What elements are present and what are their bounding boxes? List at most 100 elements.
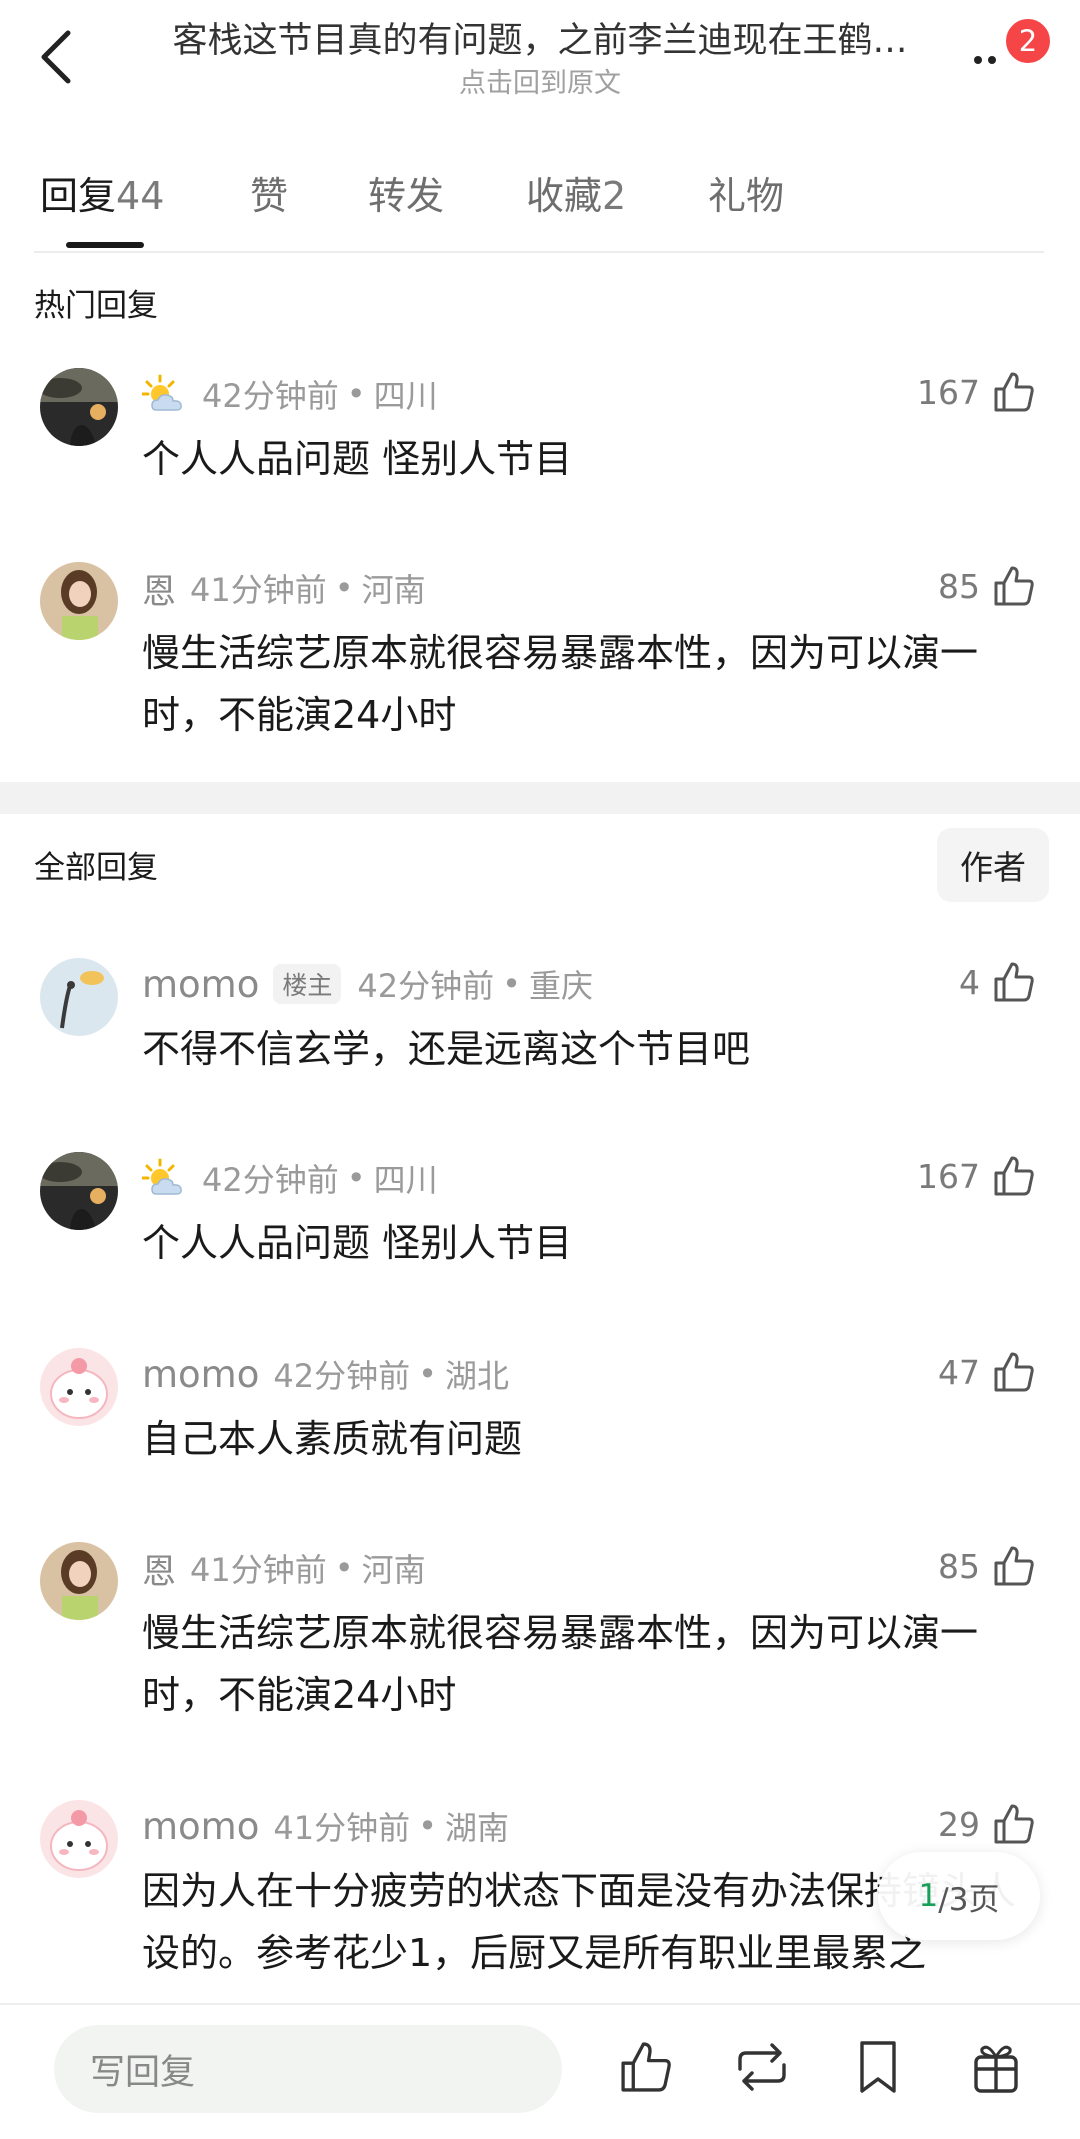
tab-favorites[interactable]: 收藏2 <box>526 170 626 222</box>
like-button[interactable]: 47 <box>938 1350 1036 1394</box>
like-button[interactable]: 167 <box>917 370 1036 414</box>
thumbs-up-icon <box>994 1156 1034 1196</box>
comment-location: 河南 <box>361 1551 426 1589</box>
gift-icon <box>974 2045 1018 2093</box>
thumbs-up-icon <box>994 1352 1034 1392</box>
like-count: 29 <box>938 1804 980 1844</box>
sun-behind-cloud-icon <box>142 1158 186 1198</box>
tab-replies[interactable]: 回复44 <box>40 170 164 222</box>
notification-badge[interactable]: 2 <box>1003 16 1053 66</box>
thumbs-up-icon <box>994 962 1034 1002</box>
avatar[interactable] <box>40 1348 118 1426</box>
top-bar: 客栈这节目真的有问题，之前李兰迪现在王鹤… 点击回到原文 2 <box>0 0 1080 120</box>
comment-text: 自己本人素质就有问题 <box>142 1417 523 1461</box>
more-dot-icon <box>988 56 996 64</box>
comment-location: 四川 <box>373 377 438 415</box>
separator-dot: • <box>418 1807 437 1845</box>
comment-meta: 恩 41分钟前 • 河南 <box>142 564 426 613</box>
comment-location: 湖北 <box>444 1357 509 1395</box>
avatar[interactable] <box>40 958 118 1036</box>
tab-label: 收藏 <box>526 174 603 218</box>
comment-time: 42分钟前 <box>202 1161 339 1199</box>
tab-label: 回复 <box>40 174 117 218</box>
repost-button[interactable] <box>730 2035 794 2099</box>
comment-item[interactable]: 恩 41分钟前 • 河南 85 慢生活综艺原本就很容易暴露本性，因为可以演一时，不能… <box>0 1542 1080 1742</box>
comment-meta: momo 42分钟前 • 湖北 <box>142 1352 509 1396</box>
gift-button[interactable] <box>964 2035 1028 2099</box>
like-button[interactable]: 167 <box>917 1154 1036 1198</box>
tab-reposts[interactable]: 转发 <box>368 170 444 222</box>
separator-dot: • <box>502 965 521 1003</box>
tab-likes[interactable]: 赞 <box>250 170 288 222</box>
comment-username[interactable]: momo <box>142 963 259 1006</box>
more-dot-icon <box>974 56 982 64</box>
post-title: 客栈这节目真的有问题，之前李兰迪现在王鹤… <box>172 21 908 61</box>
bookmark-icon <box>860 2041 896 2093</box>
op-badge: 楼主 <box>273 964 342 1004</box>
reply-input[interactable]: 写回复 <box>54 2025 562 2113</box>
page-indicator[interactable]: 1/3页 <box>878 1852 1040 1940</box>
bookmark-button[interactable] <box>846 2035 910 2099</box>
comment-item[interactable]: 恩 41分钟前 • 河南 85 慢生活综艺原本就很容易暴露本性，因为可以演一时，不能… <box>0 562 1080 762</box>
comment-item[interactable]: 42分钟前 • 四川 167 个人人品问题 怪别人节目 <box>0 368 1080 488</box>
back-button[interactable] <box>26 22 86 92</box>
comment-text: 慢生活综艺原本就很容易暴露本性，因为可以演一时，不能演24小时 <box>142 631 979 737</box>
author-filter-button[interactable]: 作者 <box>937 828 1049 902</box>
avatar[interactable] <box>40 1800 118 1878</box>
separator-dot: • <box>346 1159 366 1197</box>
like-button[interactable]: 29 <box>938 1802 1036 1846</box>
like-button[interactable]: 4 <box>959 960 1036 1004</box>
avatar[interactable] <box>40 368 118 446</box>
comment-time: 41分钟前 <box>190 571 327 609</box>
like-button[interactable]: 85 <box>938 564 1036 608</box>
comment-username[interactable]: momo <box>142 1353 259 1396</box>
like-count: 167 <box>917 372 980 412</box>
divider <box>34 251 1044 253</box>
comment-location: 湖南 <box>444 1809 509 1847</box>
tab-count: 2 <box>602 174 627 218</box>
tab-count: 44 <box>116 174 165 218</box>
repost-icon <box>738 2043 786 2091</box>
total-pages: /3页 <box>938 1881 1000 1918</box>
thumbs-up-icon <box>994 1804 1034 1844</box>
avatar[interactable] <box>40 1152 118 1230</box>
all-replies-heading: 全部回复 <box>34 850 158 886</box>
comment-item[interactable]: 42分钟前 • 四川 167 个人人品问题 怪别人节目 <box>0 1152 1080 1272</box>
tab-gifts[interactable]: 礼物 <box>708 170 784 222</box>
like-count: 85 <box>938 1546 980 1586</box>
back-to-original-hint: 点击回到原文 <box>459 68 621 99</box>
avatar[interactable] <box>40 1542 118 1620</box>
comment-item[interactable]: momo 楼主 42分钟前 • 重庆 4 不得不信玄学，还是远离这个节目吧 <box>0 958 1080 1078</box>
comment-meta: 恩 41分钟前 • 河南 <box>142 1544 426 1593</box>
comment-meta: 42分钟前 • 四川 <box>142 372 438 416</box>
section-divider <box>0 782 1080 814</box>
comment-username[interactable]: 恩 <box>142 564 176 613</box>
active-tab-indicator <box>66 242 144 248</box>
sun-behind-cloud-icon <box>142 374 186 414</box>
comment-text: 不得不信玄学，还是远离这个节目吧 <box>142 1027 751 1071</box>
comment-username[interactable]: momo <box>142 1805 259 1848</box>
comment-text: 个人人品问题 怪别人节目 <box>142 437 573 481</box>
comment-username[interactable]: 恩 <box>142 1544 176 1593</box>
bottom-action-bar: 写回复 <box>0 2003 1080 2139</box>
comment-text: 慢生活综艺原本就很容易暴露本性，因为可以演一时，不能演24小时 <box>142 1611 979 1717</box>
tab-label: 赞 <box>250 174 289 218</box>
like-button[interactable]: 85 <box>938 1544 1036 1588</box>
thumbs-up-icon <box>994 372 1034 412</box>
comment-location: 重庆 <box>528 967 593 1005</box>
comment-location: 四川 <box>373 1161 438 1199</box>
comment-text: 个人人品问题 怪别人节目 <box>142 1221 573 1265</box>
like-count: 167 <box>917 1156 980 1196</box>
back-to-original-link[interactable]: 客栈这节目真的有问题，之前李兰迪现在王鹤… 点击回到原文 <box>120 18 960 102</box>
comment-time: 42分钟前 <box>357 967 495 1005</box>
like-post-button[interactable] <box>614 2035 678 2099</box>
separator-dot: • <box>334 569 354 607</box>
current-page: 1 <box>918 1878 939 1914</box>
avatar[interactable] <box>40 562 118 640</box>
hot-replies-heading: 热门回复 <box>34 288 158 324</box>
more-button[interactable] <box>960 40 1010 80</box>
thumbs-up-icon <box>994 1546 1034 1586</box>
like-count: 4 <box>959 962 980 1002</box>
comment-item[interactable]: momo 42分钟前 • 湖北 47 自己本人素质就有问题 <box>0 1348 1080 1468</box>
comment-time: 41分钟前 <box>190 1551 327 1589</box>
